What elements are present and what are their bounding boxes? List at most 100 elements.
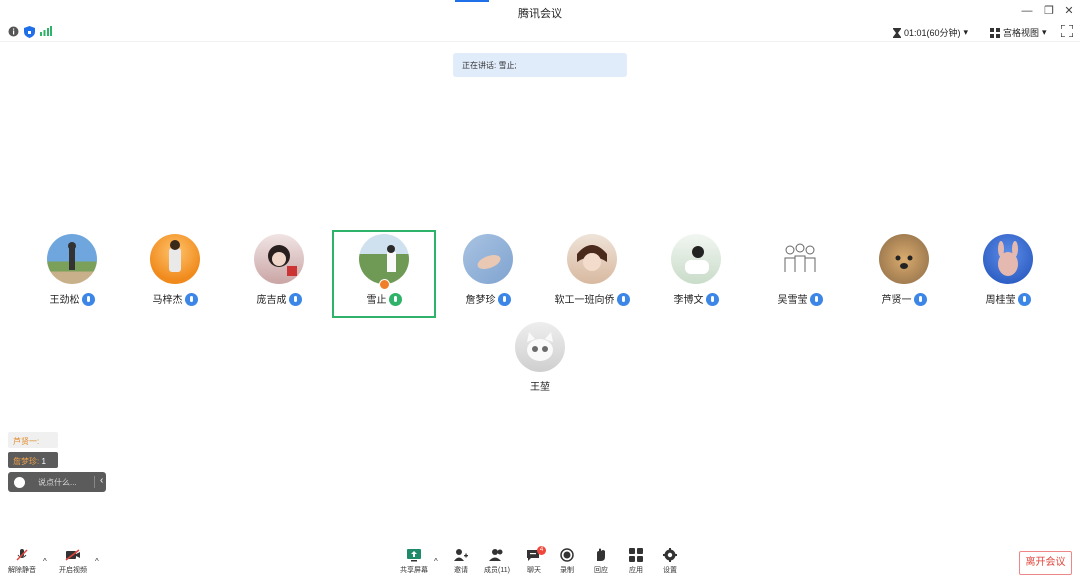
members-icon: [489, 549, 503, 561]
divider: [94, 476, 95, 488]
mic-speaking-icon: [388, 293, 402, 306]
unmute-button[interactable]: 解除静音: [2, 548, 42, 578]
info-icon[interactable]: [8, 26, 19, 37]
avatar: [463, 234, 513, 284]
hourglass-icon: [893, 27, 901, 38]
participant-tile[interactable]: 王堃: [488, 318, 592, 406]
participant-name: 软工一班向侨: [540, 291, 644, 306]
participant-tile[interactable]: 芦贤一: [852, 230, 956, 318]
participant-tile[interactable]: 马梓杰: [123, 230, 227, 318]
grid-view-icon: [990, 27, 1000, 38]
title-accent: [455, 0, 489, 2]
title-bar: 腾讯会议 — ❐ ✕: [0, 0, 1080, 22]
chat-quick-input[interactable]: 说点什么... ‹: [8, 472, 106, 492]
meeting-timer[interactable]: 01:01(60分钟) ▾: [893, 26, 968, 39]
mic-icon: [288, 293, 302, 306]
participant-tile[interactable]: 庞吉成: [227, 230, 331, 318]
share-screen-label: 共享屏幕: [400, 567, 428, 574]
mic-icon: [809, 293, 823, 306]
avatar: [567, 234, 617, 284]
camera-off-icon: [65, 549, 80, 561]
participant-name: 周桂莹: [956, 291, 1060, 306]
minimize-button[interactable]: —: [1020, 4, 1034, 18]
avatar: [515, 322, 565, 372]
chat-sender: 詹梦珍:: [13, 457, 40, 466]
record-icon: [560, 548, 574, 562]
emoji-icon[interactable]: [14, 477, 25, 488]
members-label: 成员(11): [484, 567, 510, 574]
react-label: 回应: [594, 567, 608, 574]
participant-tile[interactable]: 吴雪莹: [748, 230, 852, 318]
mic-muted-icon: [16, 549, 28, 561]
start-video-button[interactable]: 开启视频: [53, 548, 93, 578]
participant-tile-active[interactable]: 雪止: [332, 230, 436, 318]
avatar: [983, 234, 1033, 284]
participant-tile[interactable]: 王劲松: [20, 230, 124, 318]
participant-name: 芦贤一: [852, 291, 956, 306]
participant-tile[interactable]: 周桂莹: [956, 230, 1060, 318]
chat-sender: 芦贤一:: [13, 437, 40, 446]
bottom-toolbar: 解除静音 ^ 开启视频 ^ 共享屏幕 ^ 邀请 成员(11) 4 聊天 录制 回…: [0, 540, 1080, 580]
avatar: [359, 234, 409, 284]
mic-icon: [81, 293, 95, 306]
members-button[interactable]: 成员(11): [477, 548, 517, 578]
participant-name: 李博文: [644, 291, 748, 306]
settings-label: 设置: [663, 567, 677, 574]
participant-name: 王堃: [530, 382, 550, 393]
invite-label: 邀请: [454, 567, 468, 574]
security-shield-icon[interactable]: [24, 26, 35, 38]
avatar: [150, 234, 200, 284]
invite-button[interactable]: 邀请: [441, 548, 481, 578]
host-badge-icon: [379, 279, 390, 290]
share-screen-button[interactable]: 共享屏幕: [394, 548, 434, 578]
react-button[interactable]: 回应: [581, 548, 621, 578]
mic-icon: [497, 293, 511, 306]
mic-icon: [1017, 293, 1031, 306]
avatar: [671, 234, 721, 284]
timer-text: 01:01(60分钟): [904, 28, 961, 38]
avatar: [47, 234, 97, 284]
window-title: 腾讯会议: [518, 8, 562, 20]
avatar: [254, 234, 304, 284]
collapse-chevron-icon[interactable]: ‹: [100, 475, 103, 486]
unmute-label: 解除静音: [8, 567, 36, 574]
chevron-down-icon: ▾: [1042, 27, 1047, 37]
status-row: 01:01(60分钟) ▾ 宫格视图 ▾: [0, 22, 1080, 42]
restore-button[interactable]: ❐: [1042, 4, 1056, 18]
view-mode-label: 宫格视图: [1003, 28, 1040, 38]
mic-icon: [705, 293, 719, 306]
reaction-hand-icon: [597, 548, 605, 561]
share-screen-icon: [407, 549, 421, 562]
participant-name: 马梓杰: [123, 291, 227, 306]
apps-icon: [629, 548, 643, 562]
chat-message[interactable]: 詹梦珍: 1: [8, 452, 58, 468]
participant-name: 王劲松: [20, 291, 124, 306]
participant-tile[interactable]: 詹梦珍: [436, 230, 540, 318]
avatar: [775, 234, 825, 284]
chevron-up-icon[interactable]: ^: [43, 557, 47, 566]
mic-icon: [616, 293, 630, 306]
chat-message[interactable]: 芦贤一:: [8, 432, 58, 448]
settings-button[interactable]: 设置: [650, 548, 690, 578]
mic-icon: [913, 293, 927, 306]
close-button[interactable]: ✕: [1062, 4, 1076, 18]
speaking-indicator: 正在讲话: 雪止;: [453, 53, 627, 77]
start-video-label: 开启视频: [59, 567, 87, 574]
chat-input-placeholder[interactable]: 说点什么...: [38, 477, 77, 488]
participant-tile[interactable]: 软工一班向侨: [540, 230, 644, 318]
participant-name: 吴雪莹: [748, 291, 852, 306]
chevron-up-icon[interactable]: ^: [95, 557, 99, 566]
participant-name: 雪止: [334, 291, 434, 306]
unread-badge: 4: [537, 546, 546, 555]
participant-tile[interactable]: 李博文: [644, 230, 748, 318]
participant-name: 詹梦珍: [436, 291, 540, 306]
meeting-window: 腾讯会议 — ❐ ✕ 01:01(60分钟) ▾ 宫格视图 ▾ 正在讲话: 雪止…: [0, 0, 1080, 580]
chevron-down-icon: ▾: [963, 27, 969, 37]
chat-text: 1: [41, 457, 46, 466]
signal-icon[interactable]: [40, 26, 52, 36]
view-mode-selector[interactable]: 宫格视图 ▾: [990, 26, 1047, 39]
leave-meeting-button[interactable]: 离开会议: [1019, 551, 1072, 575]
invite-icon: [454, 549, 468, 561]
fullscreen-icon[interactable]: [1061, 25, 1073, 37]
chevron-up-icon[interactable]: ^: [434, 557, 438, 566]
